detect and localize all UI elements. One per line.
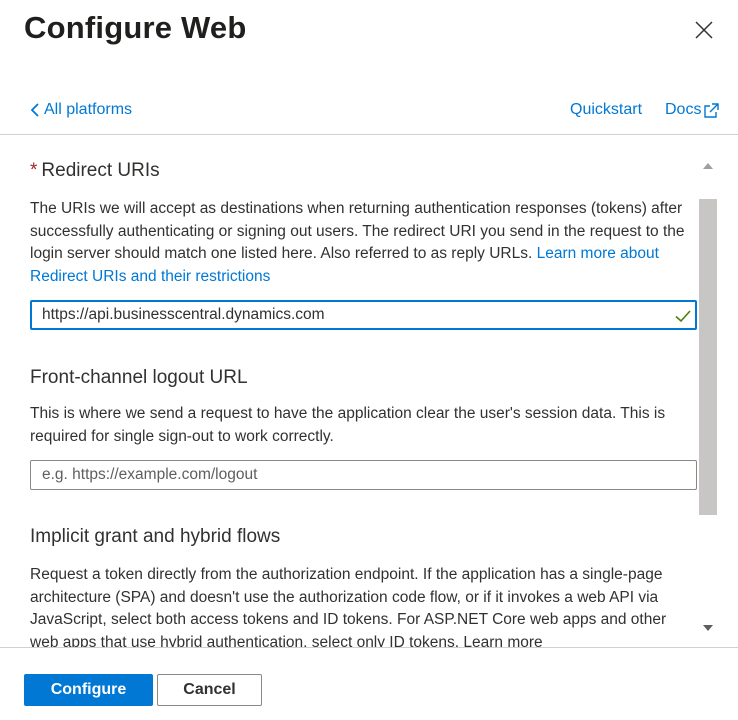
all-platforms-label: All platforms (44, 101, 133, 118)
page-title: Configure Web (24, 10, 247, 45)
docs-label: Docs (665, 101, 702, 118)
vertical-scrollbar[interactable] (699, 157, 717, 637)
implicit-grant-description: Request a token directly from the author… (30, 566, 667, 647)
redirect-uri-input[interactable] (30, 300, 697, 330)
triangle-down-icon (703, 625, 713, 631)
triangle-up-icon (703, 163, 713, 169)
docs-link[interactable]: Docs (665, 101, 720, 119)
front-channel-logout-title: Front-channel logout URL (30, 367, 248, 388)
quickstart-link[interactable]: Quickstart (570, 101, 642, 119)
required-marker: * (30, 160, 38, 181)
nav-row: All platforms Quickstart Docs (0, 96, 738, 134)
implicit-grant-title: Implicit grant and hybrid flows (30, 526, 281, 547)
close-button[interactable] (688, 14, 720, 46)
checkmark-icon (675, 310, 691, 323)
scroll-up-button[interactable] (699, 157, 717, 175)
cancel-button[interactable]: Cancel (157, 674, 262, 706)
all-platforms-link[interactable]: All platforms (30, 101, 132, 119)
redirect-uris-description: The URIs we will accept as destinations … (30, 198, 694, 288)
scroll-area[interactable]: * Redirect URIs The URIs we will accept a… (0, 135, 738, 647)
redirect-uris-label: Redirect URIs (41, 160, 160, 181)
configure-button[interactable]: Configure (24, 674, 153, 706)
front-channel-logout-description: This is where we send a request to have … (30, 405, 666, 445)
chevron-left-icon (30, 103, 39, 117)
external-link-icon (704, 102, 720, 118)
close-icon[interactable] (695, 21, 713, 39)
front-channel-logout-input[interactable] (30, 460, 697, 490)
scroll-thumb[interactable] (699, 199, 717, 515)
redirect-uris-title: * Redirect URIs (30, 160, 160, 182)
scroll-down-button[interactable] (699, 619, 717, 637)
footer-divider (0, 647, 738, 648)
scroll-track[interactable] (699, 175, 717, 619)
